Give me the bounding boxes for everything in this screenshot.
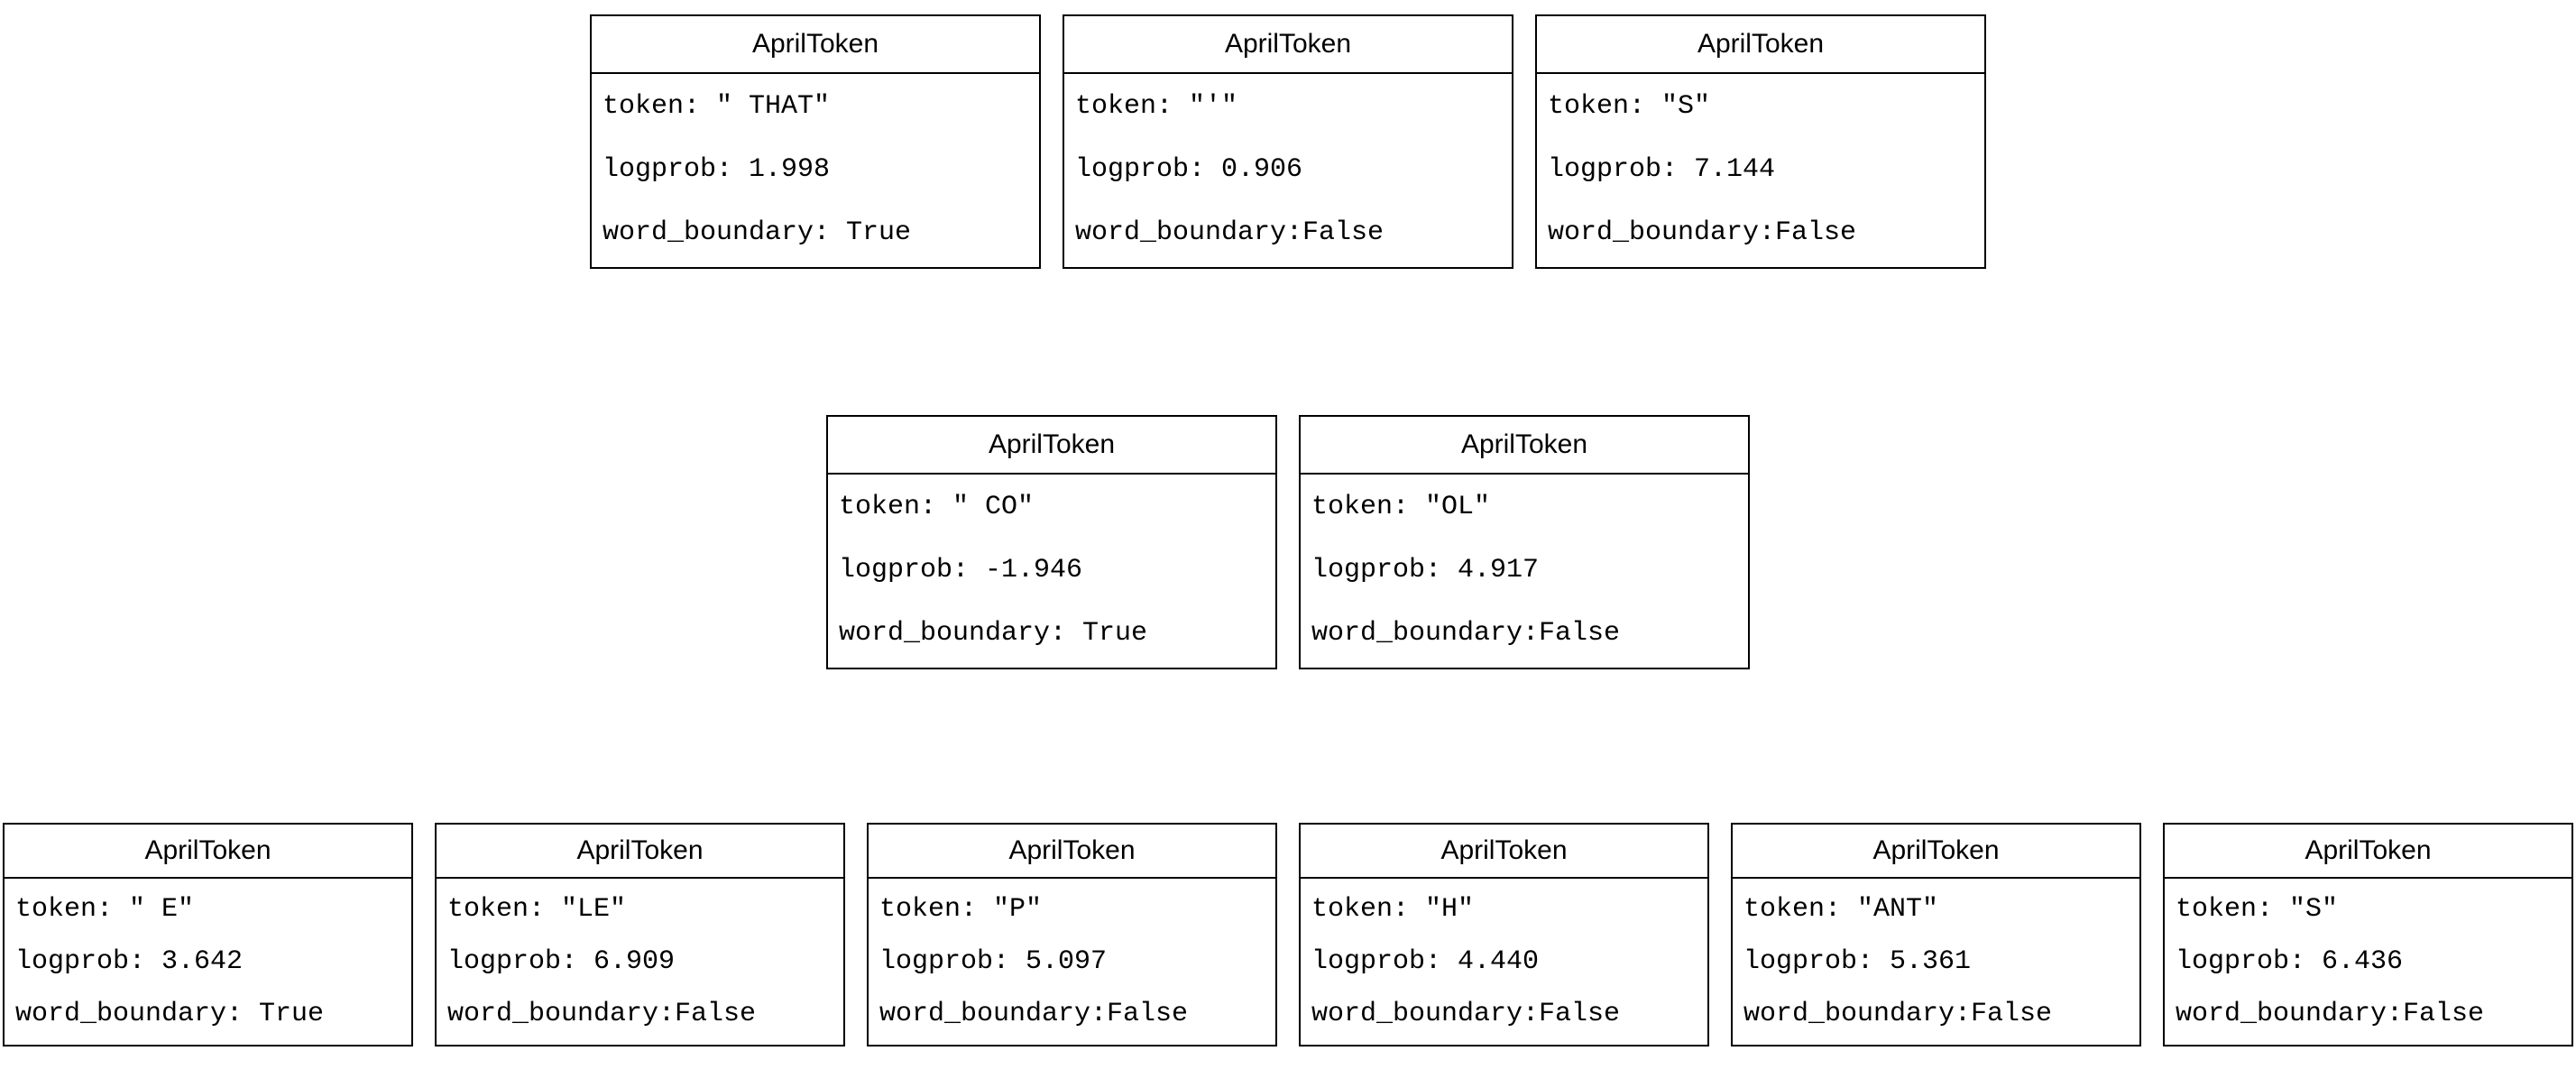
word-boundary-field: word_boundary:False [1548,217,1973,249]
logprob-field: logprob: 6.436 [2176,945,2561,978]
logprob-field: logprob: 7.144 [1548,153,1973,186]
token-box: AprilToken token: "P" logprob: 5.097 wor… [867,823,1277,1047]
token-row-1: AprilToken token: " THAT" logprob: 1.998… [0,14,2576,269]
token-field: token: "LE" [447,893,833,926]
token-fields: token: " THAT" logprob: 1.998 word_bound… [592,74,1039,267]
token-box: AprilToken token: " CO" logprob: -1.946 … [826,415,1277,669]
token-class-name: AprilToken [869,825,1275,879]
token-field: token: " CO" [839,491,1265,523]
token-class-name: AprilToken [5,825,411,879]
token-fields: token: "S" logprob: 7.144 word_boundary:… [1537,74,1984,267]
word-boundary-field: word_boundary:False [447,998,833,1030]
token-fields: token: " E" logprob: 3.642 word_boundary… [5,879,411,1045]
word-boundary-field: word_boundary: True [15,998,400,1030]
token-class-name: AprilToken [592,16,1039,74]
word-boundary-field: word_boundary: True [839,617,1265,650]
token-field: token: "'" [1075,90,1501,123]
token-field: token: "S" [2176,893,2561,926]
word-boundary-field: word_boundary:False [879,998,1265,1030]
token-class-name: AprilToken [1301,825,1707,879]
token-fields: token: "LE" logprob: 6.909 word_boundary… [437,879,843,1045]
token-class-name: AprilToken [1301,417,1748,475]
logprob-field: logprob: 6.909 [447,945,833,978]
logprob-field: logprob: 5.097 [879,945,1265,978]
token-box: AprilToken token: "S" logprob: 7.144 wor… [1535,14,1986,269]
token-box: AprilToken token: "'" logprob: 0.906 wor… [1063,14,1513,269]
token-box: AprilToken token: " E" logprob: 3.642 wo… [3,823,413,1047]
token-fields: token: "P" logprob: 5.097 word_boundary:… [869,879,1275,1045]
token-field: token: "S" [1548,90,1973,123]
token-class-name: AprilToken [2165,825,2571,879]
logprob-field: logprob: 4.917 [1311,554,1737,586]
token-class-name: AprilToken [437,825,843,879]
token-class-name: AprilToken [828,417,1275,475]
logprob-field: logprob: 1.998 [603,153,1028,186]
token-fields: token: "H" logprob: 4.440 word_boundary:… [1301,879,1707,1045]
token-row-3: AprilToken token: " E" logprob: 3.642 wo… [0,823,2576,1047]
word-boundary-field: word_boundary:False [1075,217,1501,249]
token-box: AprilToken token: "H" logprob: 4.440 wor… [1299,823,1709,1047]
token-row-2: AprilToken token: " CO" logprob: -1.946 … [0,415,2576,669]
word-boundary-field: word_boundary:False [1311,998,1697,1030]
token-box: AprilToken token: " THAT" logprob: 1.998… [590,14,1041,269]
token-fields: token: "'" logprob: 0.906 word_boundary:… [1064,74,1512,267]
token-field: token: " THAT" [603,90,1028,123]
token-field: token: "P" [879,893,1265,926]
token-field: token: "OL" [1311,491,1737,523]
token-class-name: AprilToken [1733,825,2139,879]
token-box: AprilToken token: "ANT" logprob: 5.361 w… [1731,823,2141,1047]
token-field: token: "H" [1311,893,1697,926]
token-box: AprilToken token: "LE" logprob: 6.909 wo… [435,823,845,1047]
token-box: AprilToken token: "S" logprob: 6.436 wor… [2163,823,2573,1047]
token-fields: token: "ANT" logprob: 5.361 word_boundar… [1733,879,2139,1045]
token-fields: token: "S" logprob: 6.436 word_boundary:… [2165,879,2571,1045]
word-boundary-field: word_boundary:False [1311,617,1737,650]
token-box: AprilToken token: "OL" logprob: 4.917 wo… [1299,415,1750,669]
token-field: token: "ANT" [1743,893,2129,926]
token-field: token: " E" [15,893,400,926]
token-class-name: AprilToken [1537,16,1984,74]
word-boundary-field: word_boundary:False [2176,998,2561,1030]
word-boundary-field: word_boundary: True [603,217,1028,249]
token-fields: token: "OL" logprob: 4.917 word_boundary… [1301,475,1748,668]
logprob-field: logprob: 4.440 [1311,945,1697,978]
logprob-field: logprob: 0.906 [1075,153,1501,186]
logprob-field: logprob: 3.642 [15,945,400,978]
token-class-name: AprilToken [1064,16,1512,74]
token-fields: token: " CO" logprob: -1.946 word_bounda… [828,475,1275,668]
logprob-field: logprob: -1.946 [839,554,1265,586]
logprob-field: logprob: 5.361 [1743,945,2129,978]
word-boundary-field: word_boundary:False [1743,998,2129,1030]
